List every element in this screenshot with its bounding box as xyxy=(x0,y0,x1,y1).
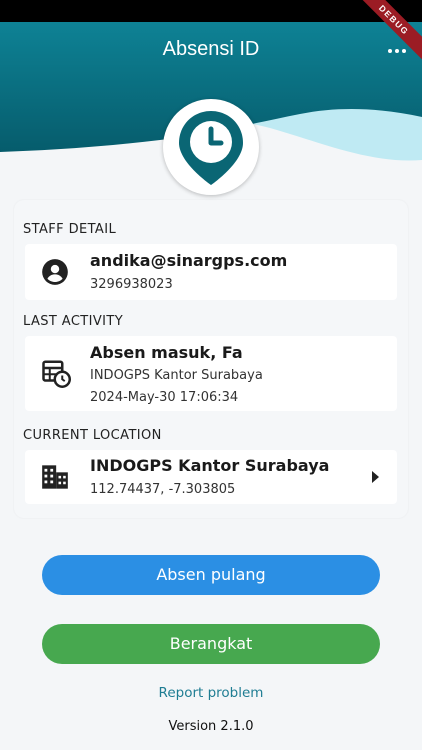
staff-email: andika@sinargps.com xyxy=(90,251,288,270)
office-building-icon xyxy=(42,465,68,489)
staff-tile: andika@sinargps.com 3296938023 xyxy=(25,244,397,300)
last-activity-tile: Absen masuk, Fa INDOGPS Kantor Surabaya … xyxy=(25,336,397,411)
staff-id: 3296938023 xyxy=(90,277,173,292)
staff-detail-label: STAFF DETAIL xyxy=(23,222,117,237)
activity-title: Absen masuk, Fa xyxy=(90,343,243,362)
chevron-right-icon[interactable] xyxy=(372,471,379,483)
activity-datetime: 2024-May-30 17:06:34 xyxy=(90,390,239,405)
current-location-label: CURRENT LOCATION xyxy=(23,428,162,443)
location-name: INDOGPS Kantor Surabaya xyxy=(90,456,330,475)
last-activity-label: LAST ACTIVITY xyxy=(23,314,124,329)
current-location-tile[interactable]: INDOGPS Kantor Surabaya 112.74437, -7.30… xyxy=(25,450,397,504)
report-problem-link[interactable]: Report problem xyxy=(0,685,422,701)
berangkat-button[interactable]: Berangkat xyxy=(42,624,380,664)
app-version: Version 2.1.0 xyxy=(168,719,254,734)
app-logo xyxy=(163,99,259,195)
status-bar xyxy=(0,0,422,22)
location-clock-pin-icon xyxy=(179,111,243,185)
account-circle-icon xyxy=(42,259,68,285)
location-coords: 112.74437, -7.303805 xyxy=(90,482,236,497)
absen-pulang-button[interactable]: Absen pulang xyxy=(42,555,380,595)
calendar-clock-icon xyxy=(42,360,71,388)
app-title: Absensi ID xyxy=(162,38,260,60)
activity-place: INDOGPS Kantor Surabaya xyxy=(90,368,263,383)
